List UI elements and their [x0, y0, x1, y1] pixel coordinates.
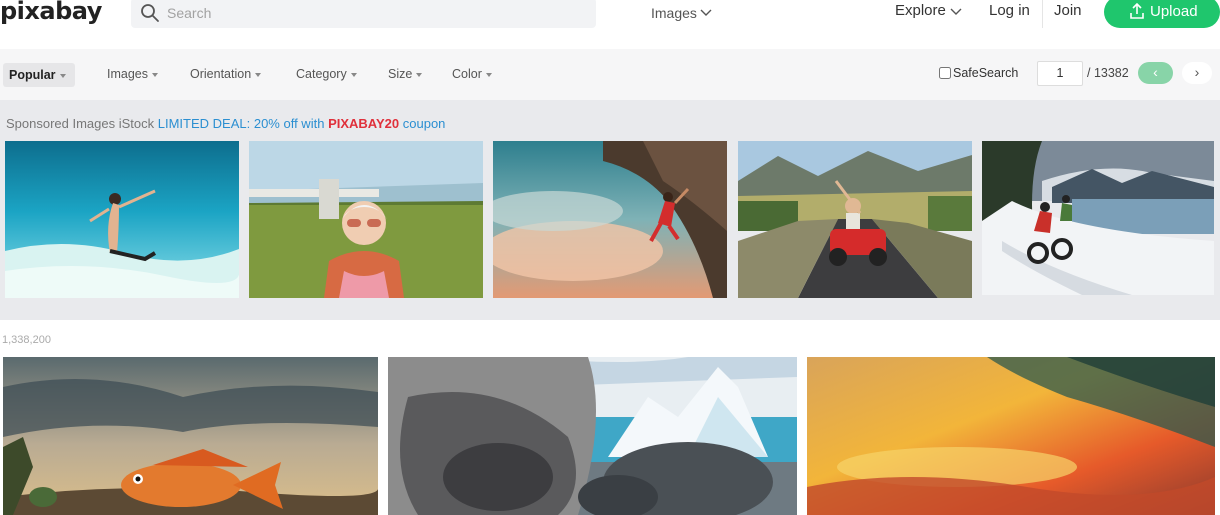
caret-down-icon — [416, 72, 423, 77]
safesearch-toggle[interactable]: SafeSearch — [939, 66, 1018, 80]
result-image-fish[interactable] — [3, 357, 378, 515]
sponsored-prefix: Sponsored Images iStock — [6, 116, 155, 131]
upload-label: Upload — [1150, 3, 1198, 20]
page-total: / 13382 — [1087, 66, 1129, 80]
filter-color[interactable]: Color — [452, 49, 492, 100]
sponsored-image-snow-bike[interactable] — [982, 141, 1214, 295]
sponsored-image-pilot[interactable] — [249, 141, 483, 298]
filter-bar: Popular Images Orientation Category Size… — [0, 49, 1220, 100]
filter-label: Orientation — [190, 67, 252, 81]
safesearch-checkbox[interactable] — [939, 67, 951, 79]
deal-text: LIMITED DEAL: 20% off with — [157, 116, 325, 131]
filter-label: Color — [452, 67, 482, 81]
sponsored-image-climber[interactable] — [493, 141, 727, 298]
upload-icon — [1130, 3, 1144, 19]
filter-orientation[interactable]: Orientation — [190, 49, 262, 100]
search-type-label: Images — [651, 5, 697, 21]
explore-menu[interactable]: Explore — [895, 2, 962, 19]
deal-suffix: coupon — [402, 116, 446, 131]
filter-label: Size — [388, 67, 413, 81]
chevron-down-icon — [950, 8, 962, 15]
nav-divider — [1042, 0, 1043, 28]
page-number-input[interactable]: 1 — [1037, 61, 1083, 86]
filter-label: Category — [296, 67, 347, 81]
upload-button[interactable]: Upload — [1104, 0, 1220, 28]
result-image-sunset[interactable] — [807, 357, 1215, 515]
sponsored-image-underwater[interactable] — [5, 141, 239, 298]
sponsored-section: Sponsored Images iStock LIMITED DEAL: 20… — [0, 100, 1220, 320]
sponsored-banner[interactable]: Sponsored Images iStock LIMITED DEAL: 20… — [6, 116, 445, 131]
filter-category[interactable]: Category — [296, 49, 357, 100]
sort-label: Popular — [9, 68, 56, 82]
search-type-select[interactable]: Images — [639, 0, 725, 26]
chevron-down-icon — [700, 9, 712, 16]
caret-down-icon — [59, 73, 66, 78]
coupon-code: PIXABAY20 — [328, 116, 400, 131]
sponsored-image-toy-car[interactable] — [738, 141, 972, 298]
caret-down-icon — [485, 72, 492, 77]
result-count: 1,338,200 — [2, 334, 51, 346]
filter-label: Images — [107, 67, 148, 81]
explore-label: Explore — [895, 2, 946, 19]
result-image-seals[interactable] — [388, 357, 797, 515]
login-link[interactable]: Log in — [989, 2, 1030, 19]
caret-down-icon — [255, 72, 262, 77]
search-icon[interactable] — [140, 3, 160, 23]
join-link[interactable]: Join — [1054, 2, 1082, 19]
caret-down-icon — [152, 72, 158, 77]
safesearch-label: SafeSearch — [953, 66, 1019, 80]
search-input[interactable] — [167, 2, 497, 24]
caret-down-icon — [350, 72, 357, 77]
next-page-button[interactable]: › — [1182, 62, 1212, 84]
top-header: pixabay Images Explore Log in Join Uploa… — [0, 0, 1220, 40]
prev-page-button[interactable]: ‹ — [1138, 62, 1173, 84]
sort-popular-dropdown[interactable]: Popular — [3, 63, 75, 87]
filter-images[interactable]: Images — [107, 49, 158, 100]
filter-size[interactable]: Size — [388, 49, 423, 100]
pixabay-logo[interactable]: pixabay — [0, 0, 102, 25]
search-bar: Images — [131, 0, 712, 28]
